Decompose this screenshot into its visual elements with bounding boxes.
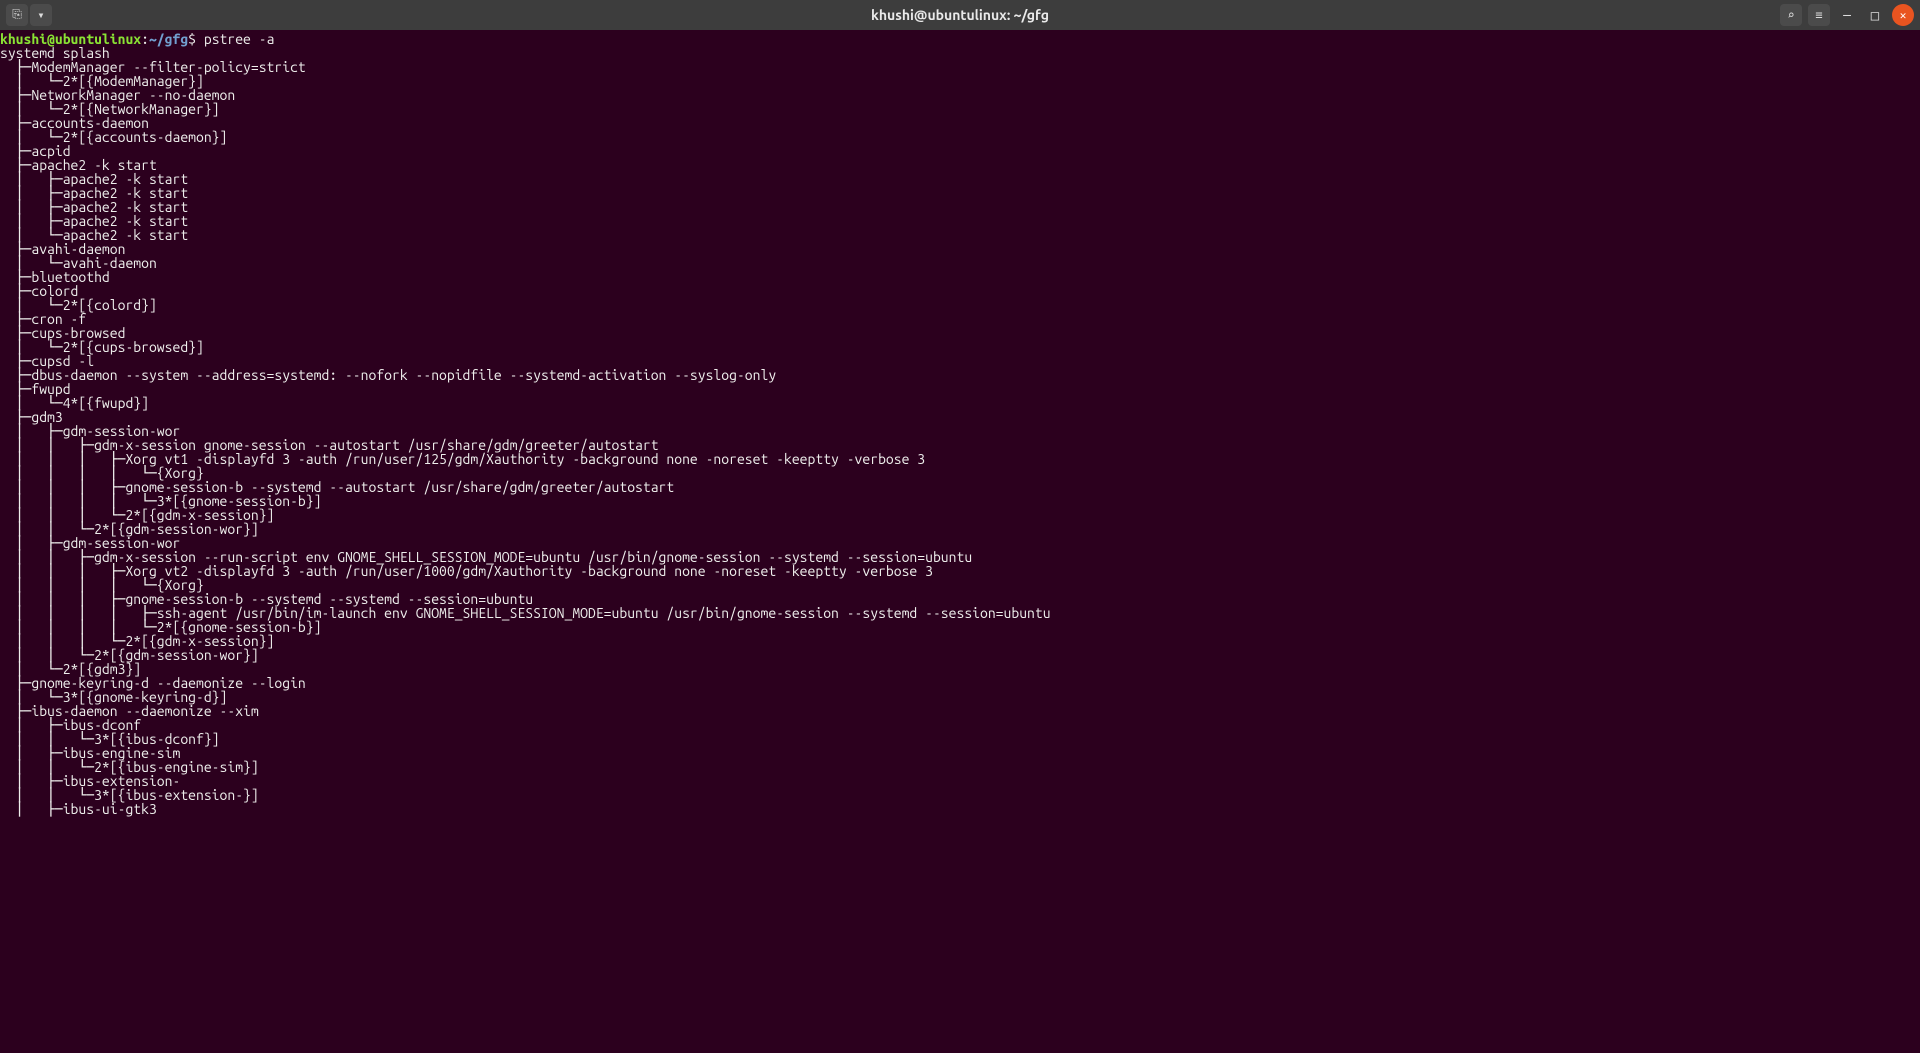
new-tab-icon: ⎘ [12, 8, 22, 22]
new-tab-button[interactable]: ⎘ [6, 4, 28, 26]
close-button[interactable]: ✕ [1892, 4, 1914, 26]
menu-button[interactable]: ≡ [1808, 4, 1830, 26]
tab-dropdown-button[interactable]: ▾ [30, 4, 52, 26]
search-icon: ⌕ [1787, 8, 1794, 22]
prompt-dollar: $ [188, 31, 196, 47]
prompt-path: ~/gfg [149, 31, 188, 47]
chevron-down-icon: ▾ [37, 8, 44, 22]
hamburger-icon: ≡ [1815, 8, 1822, 22]
minimize-button[interactable]: — [1836, 4, 1858, 26]
close-icon: ✕ [1900, 9, 1907, 22]
pstree-output: systemd splash ├─ModemManager --filter-p… [0, 45, 1051, 817]
titlebar-left-group: ⎘ ▾ [6, 4, 52, 26]
window-titlebar: ⎘ ▾ khushi@ubuntulinux: ~/gfg ⌕ ≡ — □ ✕ [0, 0, 1920, 30]
terminal-viewport[interactable]: khushi@ubuntulinux:~/gfg$ pstree -a syst… [0, 30, 1920, 1053]
maximize-button[interactable]: □ [1864, 4, 1886, 26]
window-title: khushi@ubuntulinux: ~/gfg [0, 7, 1920, 23]
titlebar-right-group: ⌕ ≡ — □ ✕ [1780, 4, 1914, 26]
prompt-command: pstree -a [204, 31, 275, 47]
maximize-icon: □ [1871, 7, 1879, 24]
minimize-icon: — [1843, 7, 1851, 23]
search-button[interactable]: ⌕ [1780, 4, 1802, 26]
prompt-sep: : [141, 31, 149, 47]
